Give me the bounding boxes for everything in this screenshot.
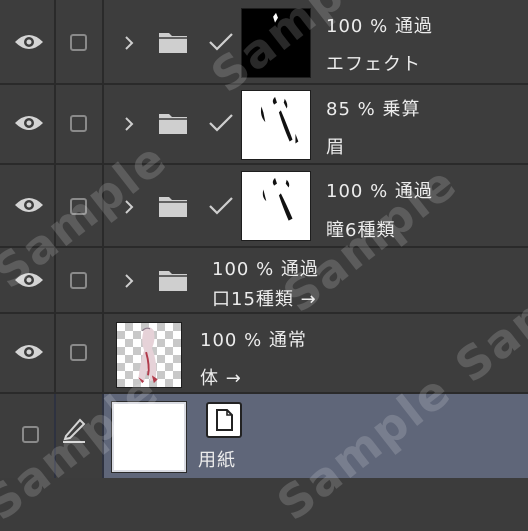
pen-icon — [63, 418, 86, 443]
eye-icon[interactable] — [14, 113, 44, 133]
visibility-cell[interactable] — [0, 0, 56, 83]
folder-icon — [159, 33, 187, 53]
layer-name: 眉 — [326, 137, 345, 158]
layer-name: エフェクト — [326, 54, 421, 75]
layer-name: 用紙 — [198, 450, 236, 471]
chevron-right-icon[interactable] — [122, 199, 136, 215]
layer-select-checkbox[interactable] — [70, 198, 87, 215]
visibility-cell[interactable] — [0, 394, 56, 478]
layer-row-eyebrow[interactable]: 85 % 乗算 眉 — [0, 85, 528, 165]
visibility-cell[interactable] — [0, 248, 56, 312]
layer-select-checkbox[interactable] — [70, 344, 87, 361]
layer-select-checkbox[interactable] — [70, 115, 87, 132]
eye-icon[interactable] — [14, 32, 44, 52]
checkmark-icon — [209, 114, 233, 132]
layer-row-eyes[interactable]: 100 % 通過 瞳6種類 — [0, 165, 528, 248]
eye-icon[interactable] — [14, 195, 44, 215]
layer-opacity-blend: 100 % 通常 — [200, 330, 307, 351]
checkmark-icon — [209, 33, 233, 51]
eye-icon[interactable] — [14, 270, 44, 290]
layer-select-checkbox[interactable] — [22, 426, 39, 443]
chevron-right-icon[interactable] — [122, 116, 136, 132]
chevron-right-icon[interactable] — [122, 273, 136, 289]
checkmark-icon — [209, 197, 233, 215]
layer-opacity-blend: 100 % 通過 — [326, 16, 433, 37]
layer-select-checkbox[interactable] — [70, 272, 87, 289]
layer-row-paper[interactable] — [0, 394, 528, 478]
layer-row-effect[interactable]: 100 % 通過 エフェクト — [0, 0, 528, 85]
layer-opacity-blend: 85 % 乗算 — [326, 99, 421, 120]
chevron-right-icon[interactable] — [122, 35, 136, 51]
layer-opacity-blend: 100 % 通過 — [212, 259, 319, 280]
eye-icon[interactable] — [14, 342, 44, 362]
layer-name: 瞳6種類 — [326, 220, 396, 241]
visibility-cell[interactable] — [0, 314, 56, 392]
paper-icon — [206, 402, 242, 438]
layer-thumbnail — [241, 8, 311, 78]
layer-thumbnail — [241, 171, 311, 241]
layer-name: 口15種類 → — [212, 289, 317, 310]
edit-cell[interactable] — [56, 394, 104, 478]
visibility-cell[interactable] — [0, 165, 56, 246]
layer-thumbnail — [116, 322, 182, 388]
layer-name: 体 → — [200, 368, 242, 389]
layer-opacity-blend: 100 % 通過 — [326, 181, 433, 202]
layer-panel: 100 % 通過 エフェクト 85 % 乗算 眉 100 % 通過 瞳6種類 1… — [0, 0, 528, 531]
folder-icon — [159, 197, 187, 217]
layer-thumbnail — [111, 401, 187, 473]
layer-row-mouth[interactable]: 100 % 通過 口15種類 → — [0, 248, 528, 314]
layer-select-checkbox[interactable] — [70, 34, 87, 51]
folder-icon — [159, 114, 187, 134]
layer-row-body[interactable]: 100 % 通常 体 → — [0, 314, 528, 394]
visibility-cell[interactable] — [0, 85, 56, 163]
layer-thumbnail — [241, 90, 311, 160]
folder-icon — [159, 271, 187, 291]
